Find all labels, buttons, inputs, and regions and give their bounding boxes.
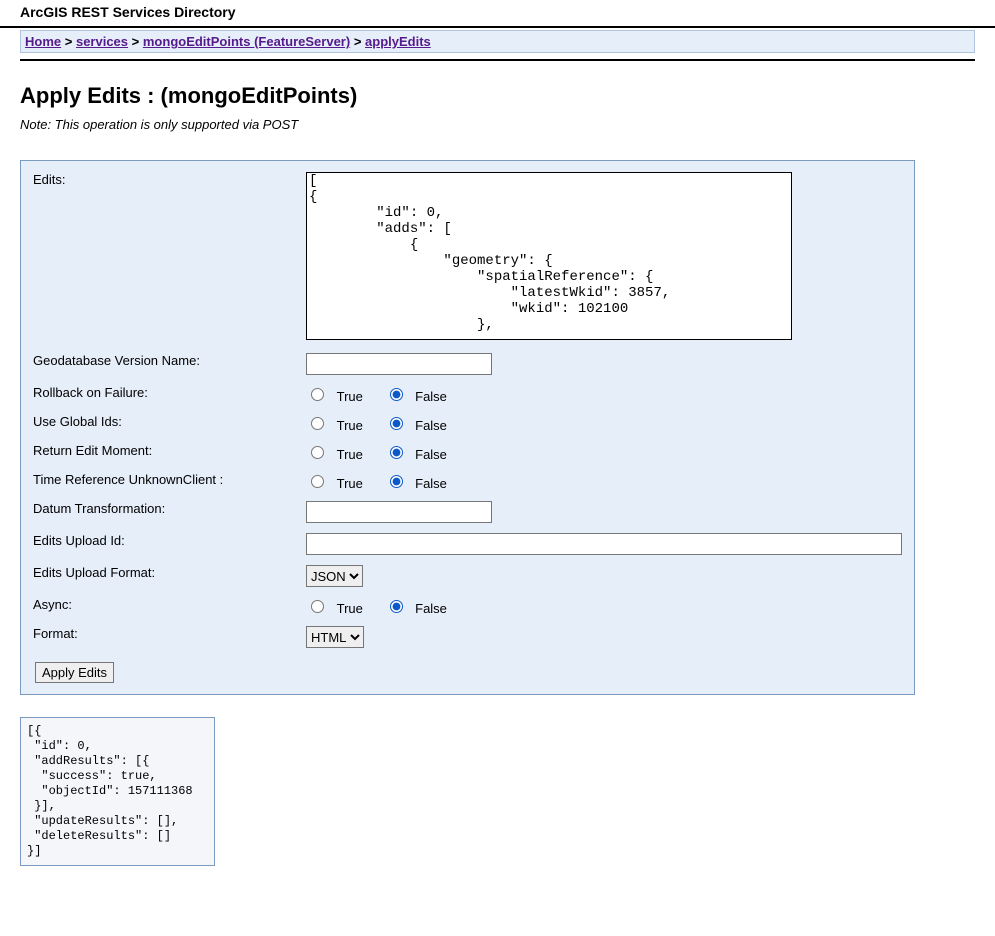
breadcrumb-operation[interactable]: applyEdits <box>365 34 431 49</box>
returnedit-true[interactable] <box>311 446 324 459</box>
edits-textarea[interactable]: [ { "id": 0, "adds": [ { "geometry": { "… <box>306 172 792 340</box>
edits-label: Edits: <box>29 167 302 348</box>
rollback-radios: True False <box>302 380 906 409</box>
breadcrumb-sep: > <box>354 34 362 49</box>
apply-edits-button[interactable]: Apply Edits <box>35 662 114 683</box>
gdb-version-input[interactable] <box>306 353 492 375</box>
rollback-label: Rollback on Failure: <box>29 380 302 409</box>
format-label: Format: <box>29 621 302 653</box>
timeref-false[interactable] <box>390 475 403 488</box>
editsuploadid-label: Edits Upload Id: <box>29 528 302 560</box>
breadcrumb-sep: > <box>65 34 73 49</box>
returnedit-label: Return Edit Moment: <box>29 438 302 467</box>
header-rule <box>0 26 995 28</box>
breadcrumb-home[interactable]: Home <box>25 34 61 49</box>
breadcrumb-layer[interactable]: mongoEditPoints (FeatureServer) <box>143 34 350 49</box>
breadcrumb-services[interactable]: services <box>76 34 128 49</box>
page-note: Note: This operation is only supported v… <box>20 117 975 132</box>
editsuploadformat-label: Edits Upload Format: <box>29 560 302 592</box>
async-false[interactable] <box>390 600 403 613</box>
useglobalids-true-label: True <box>337 418 363 433</box>
editsuploadid-input[interactable] <box>306 533 902 555</box>
useglobalids-false-label: False <box>415 418 447 433</box>
breadcrumb: Home > services > mongoEditPoints (Featu… <box>20 30 975 53</box>
datum-label: Datum Transformation: <box>29 496 302 528</box>
gdb-version-label: Geodatabase Version Name: <box>29 348 302 380</box>
returnedit-false[interactable] <box>390 446 403 459</box>
breadcrumb-sep: > <box>132 34 140 49</box>
breadcrumb-rule <box>20 59 975 61</box>
format-select[interactable]: HTML <box>306 626 364 648</box>
result-output: [{ "id": 0, "addResults": [{ "success": … <box>20 717 215 866</box>
async-false-label: False <box>415 601 447 616</box>
async-true[interactable] <box>311 600 324 613</box>
header-title: ArcGIS REST Services Directory <box>0 0 995 24</box>
rollback-true[interactable] <box>311 388 324 401</box>
useglobalids-false[interactable] <box>390 417 403 430</box>
async-label: Async: <box>29 592 302 621</box>
rollback-false[interactable] <box>390 388 403 401</box>
returnedit-true-label: True <box>337 447 363 462</box>
datum-input[interactable] <box>306 501 492 523</box>
editsuploadformat-select[interactable]: JSON <box>306 565 363 587</box>
useglobalids-true[interactable] <box>311 417 324 430</box>
returnedit-false-label: False <box>415 447 447 462</box>
timeref-true-label: True <box>337 476 363 491</box>
rollback-false-label: False <box>415 389 447 404</box>
async-true-label: True <box>337 601 363 616</box>
rollback-true-label: True <box>337 389 363 404</box>
timeref-false-label: False <box>415 476 447 491</box>
timeref-label: Time Reference UnknownClient : <box>29 467 302 496</box>
timeref-true[interactable] <box>311 475 324 488</box>
form-box: Edits: [ { "id": 0, "adds": [ { "geometr… <box>20 160 915 695</box>
useglobalids-label: Use Global Ids: <box>29 409 302 438</box>
page-title: Apply Edits : (mongoEditPoints) <box>20 83 975 109</box>
